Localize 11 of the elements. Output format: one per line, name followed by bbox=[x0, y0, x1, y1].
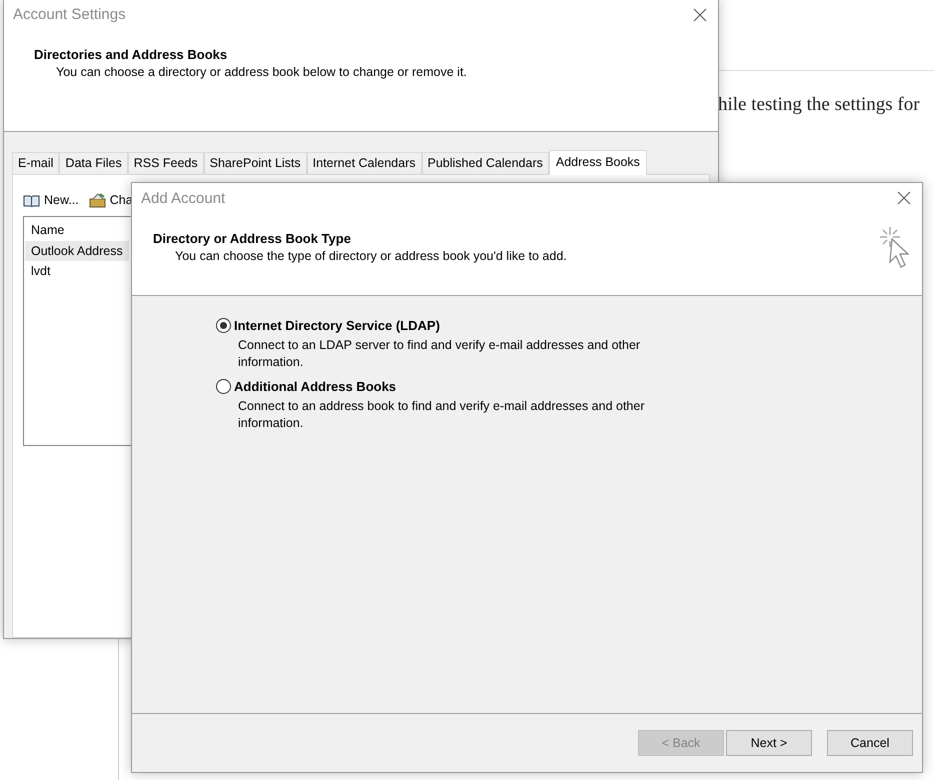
option-label: Internet Directory Service (LDAP) bbox=[234, 318, 440, 333]
dialog-heading: Directories and Address Books bbox=[34, 46, 228, 62]
window-title: Add Account bbox=[141, 190, 226, 206]
option-label: Additional Address Books bbox=[234, 379, 396, 394]
dialog-heading: Directory or Address Book Type bbox=[153, 231, 352, 246]
dialog-description: You can choose a directory or address book below to change or remove it. bbox=[55, 64, 467, 79]
document-text: hile testing the settings for bbox=[718, 94, 920, 116]
window-title: Account Settings bbox=[13, 6, 126, 24]
option-description: Connect to an LDAP server to find and verify e-mail addresses and other information. bbox=[237, 337, 642, 371]
option-description: Connect to an address book to find and verify e-mail addresses and other information. bbox=[237, 398, 646, 432]
dialog-description: You can choose the type of directory or address book you'd like to add. bbox=[174, 249, 567, 263]
